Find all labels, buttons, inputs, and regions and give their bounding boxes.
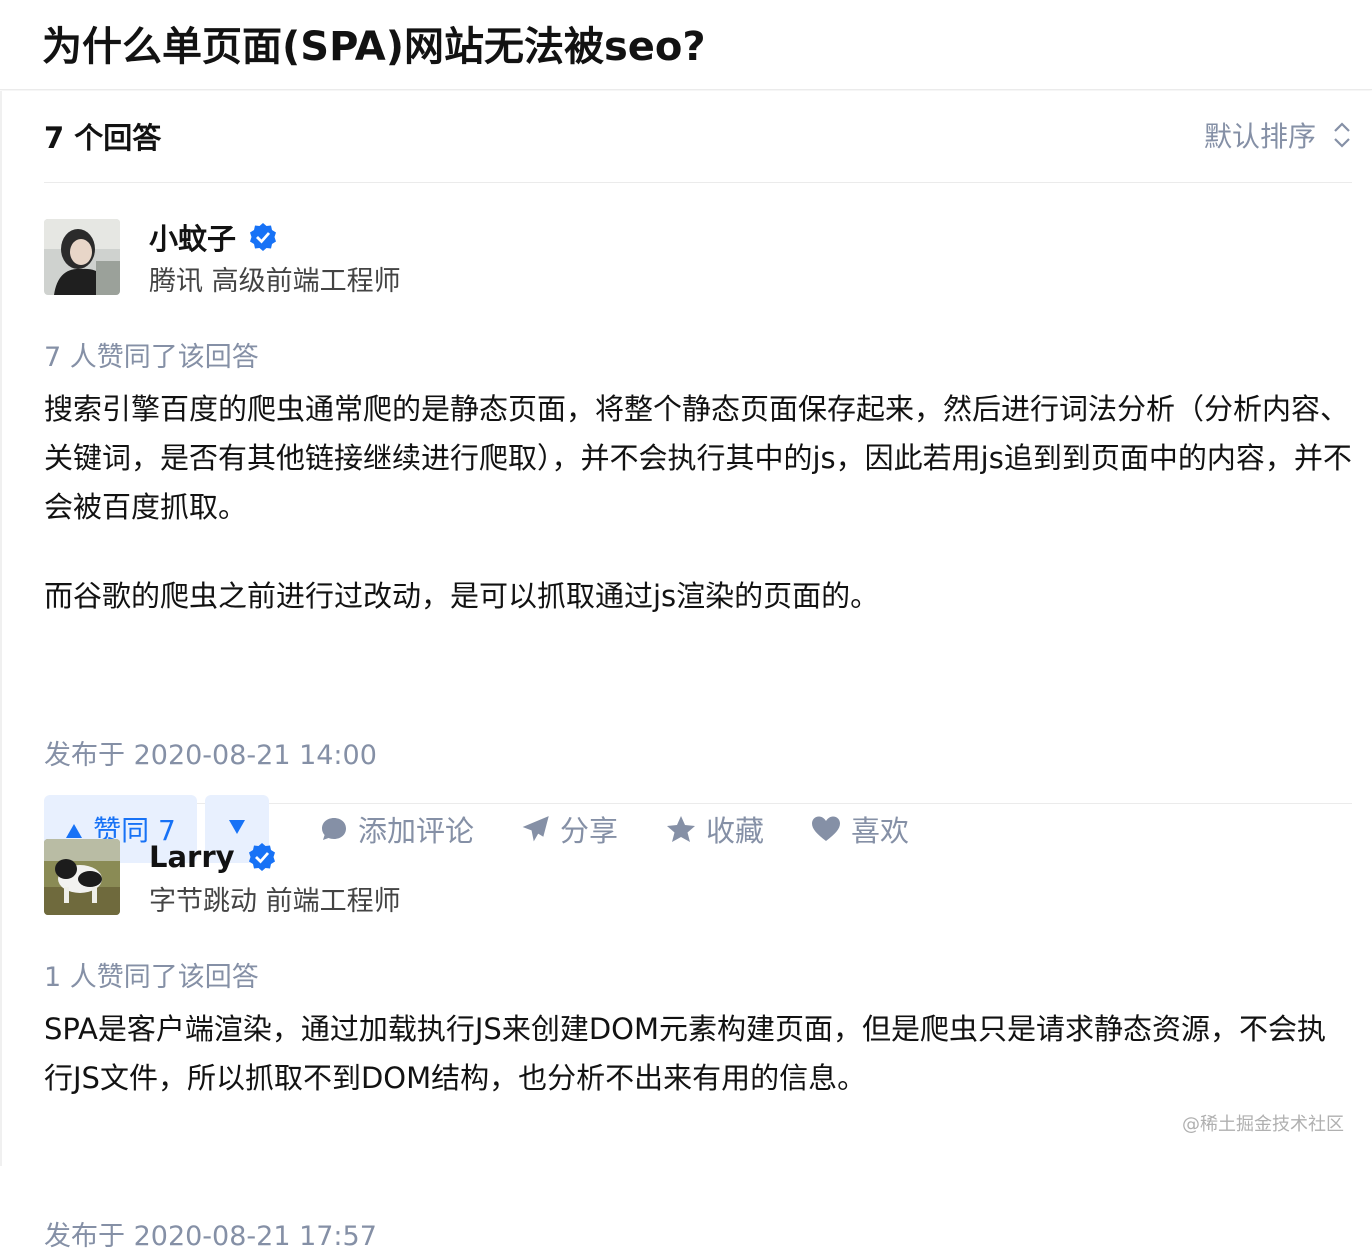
- answer-content: SPA是客户端渲染，通过加载执行JS来创建DOM元素构建页面，但是爬虫只是请求静…: [44, 1005, 1352, 1103]
- author-headline: 腾讯 高级前端工程师: [149, 259, 401, 298]
- author-name-text: 小蚊子: [149, 216, 236, 258]
- sort-icon: [1332, 120, 1352, 150]
- answer-item: Larry 字节跳动 前端工程师 1 人赞同了该回答 SPA是客户端渲染，通过加…: [44, 839, 1352, 1169]
- sort-label: 默认排序: [1204, 115, 1316, 155]
- publish-time[interactable]: 发布于 2020-08-21 14:00: [44, 733, 377, 772]
- answer-paragraph: 搜索引擎百度的爬虫通常爬的是静态页面，将整个静态页面保存起来，然后进行词法分析（…: [44, 385, 1352, 532]
- answer-item: 小蚊子 腾讯 高级前端工程师 7 人赞同了该回答 搜索引擎百度的爬虫通常爬的是静…: [44, 219, 1352, 804]
- publish-time[interactable]: 发布于 2020-08-21 17:57: [44, 1214, 377, 1253]
- watermark: @稀土掘金技术社区: [1182, 1110, 1344, 1136]
- vote-summary: 7 人赞同了该回答: [44, 335, 259, 374]
- question-title[interactable]: 为什么单页面(SPA)网站无法被seo?: [42, 14, 706, 72]
- author-name-text: Larry: [149, 840, 235, 874]
- vote-summary: 1 人赞同了该回答: [44, 955, 259, 994]
- answer-paragraph: SPA是客户端渲染，通过加载执行JS来创建DOM元素构建页面，但是爬虫只是请求静…: [44, 1005, 1352, 1103]
- author-headline: 字节跳动 前端工程师: [149, 879, 401, 918]
- author-name[interactable]: Larry: [149, 837, 277, 877]
- triangle-down-icon: [228, 819, 246, 839]
- author-info: 小蚊子 腾讯 高级前端工程师: [44, 219, 744, 299]
- author-name[interactable]: 小蚊子: [149, 217, 278, 257]
- sort-dropdown[interactable]: 默认排序: [1204, 115, 1352, 155]
- answer-paragraph: 而谷歌的爬虫之前进行过改动，是可以抓取通过js渲染的页面的。: [44, 572, 1352, 621]
- answer-content: 搜索引擎百度的爬虫通常爬的是静态页面，将整个静态页面保存起来，然后进行词法分析（…: [44, 385, 1352, 621]
- answer-list-header: 7 个回答 默认排序: [44, 91, 1352, 183]
- answer-list: 7 个回答 默认排序: [0, 91, 1372, 1166]
- avatar[interactable]: [44, 839, 120, 915]
- answer-count: 7 个回答: [44, 115, 161, 157]
- question-header: 为什么单页面(SPA)网站无法被seo?: [0, 0, 1372, 90]
- author-info: Larry 字节跳动 前端工程师: [44, 839, 744, 919]
- verified-icon: [248, 222, 278, 252]
- verified-icon: [247, 842, 277, 872]
- avatar[interactable]: [44, 219, 120, 295]
